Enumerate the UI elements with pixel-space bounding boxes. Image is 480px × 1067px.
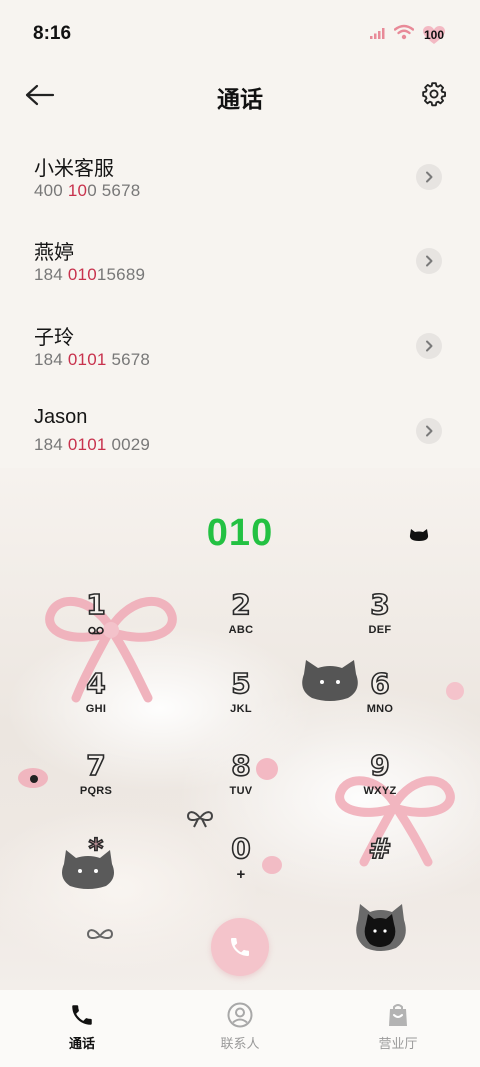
battery-icon: 100: [422, 25, 446, 45]
status-time: 8:16: [33, 23, 72, 44]
voicemail-icon: [88, 624, 104, 636]
key-digit: 9: [369, 748, 390, 783]
black-cat-decoration: [356, 904, 406, 951]
contact-detail-button[interactable]: [416, 164, 442, 190]
key-letters: PQRS: [79, 785, 113, 797]
key-letters: MNO: [366, 703, 394, 715]
contact-name: 小米客服: [34, 158, 114, 180]
settings-button[interactable]: [418, 78, 450, 110]
signal-icon: [370, 26, 386, 44]
contact-detail-button[interactable]: [416, 418, 442, 444]
nav-label: 联系人: [220, 1036, 260, 1051]
key-star[interactable]: *: [41, 831, 151, 894]
dialed-number-display: 010: [206, 512, 274, 554]
contact-list: 小米客服 400 100 5678 燕婷 184 01015689 子玲 184…: [0, 132, 480, 468]
small-bow-decoration: [86, 929, 114, 940]
contact-item[interactable]: 燕婷 184 01015689: [0, 216, 480, 296]
key-digit: 8: [230, 748, 251, 783]
pink-flower-decoration: [446, 682, 464, 700]
key-letters: TUV: [229, 785, 253, 797]
key-digit: 7: [85, 748, 106, 783]
key-0[interactable]: 0 +: [186, 831, 296, 894]
nav-label: 营业厅: [378, 1036, 418, 1051]
nav-tab-store[interactable]: 营业厅: [353, 1002, 443, 1052]
nav-tab-calls[interactable]: 通话: [37, 1002, 127, 1052]
key-1[interactable]: 1: [41, 587, 151, 650]
key-digit: 2: [230, 587, 251, 622]
key-5[interactable]: 5 JKL: [186, 666, 296, 729]
key-hash[interactable]: #: [325, 831, 435, 894]
key-digit: 6: [369, 666, 390, 701]
key-digit: 3: [369, 587, 390, 622]
key-7[interactable]: 7 PQRS: [41, 748, 151, 811]
key-digit: 4: [85, 666, 106, 701]
contact-name: 子玲: [34, 327, 74, 349]
nav-label: 通话: [68, 1036, 95, 1051]
contact-item[interactable]: 小米客服 400 100 5678: [0, 132, 480, 212]
gear-icon: [422, 82, 446, 107]
header: 通话: [0, 66, 480, 124]
small-bow-decoration: [186, 811, 214, 828]
key-4[interactable]: 4 GHI: [41, 666, 151, 729]
phone-icon: [231, 938, 249, 956]
contact-number: 184 0101 0029: [34, 435, 151, 454]
key-digit: 1: [85, 587, 106, 622]
key-letters: +: [236, 866, 246, 883]
chevron-right-icon: [426, 340, 433, 352]
key-letters: WXYZ: [363, 785, 397, 797]
chevron-right-icon: [426, 425, 433, 437]
contact-number: 400 100 5678: [34, 181, 141, 200]
key-letters: DEF: [368, 624, 392, 636]
page-title: 通话: [217, 86, 263, 112]
status-bar: 8:16 100: [0, 0, 480, 66]
key-8[interactable]: 8 TUV: [186, 748, 296, 811]
call-button[interactable]: [211, 918, 269, 976]
contact-number: 184 0101 5678: [34, 350, 151, 369]
key-letters: JKL: [230, 703, 252, 715]
contact-item[interactable]: Jason 184 0101 0029: [0, 386, 480, 466]
wifi-icon: [393, 24, 415, 45]
key-9[interactable]: 9 WXYZ: [325, 748, 435, 811]
contacts-icon: [227, 1002, 253, 1028]
key-letters: GHI: [85, 703, 107, 715]
key-digit: *: [88, 831, 104, 866]
key-digit: 5: [230, 666, 251, 701]
key-digit: 0: [230, 831, 251, 866]
dot-decoration: [30, 775, 38, 783]
status-icons: 100: [370, 24, 446, 45]
key-digit: #: [367, 831, 392, 866]
contact-name: Jason: [34, 406, 88, 428]
chevron-right-icon: [426, 255, 433, 267]
key-3[interactable]: 3 DEF: [325, 587, 435, 650]
bottom-navigation: 通话 联系人 营业厅: [0, 990, 480, 1067]
key-2[interactable]: 2 ABC: [186, 587, 296, 650]
nav-tab-contacts[interactable]: 联系人: [195, 1002, 285, 1052]
phone-icon: [72, 1005, 92, 1025]
battery-level: 100: [423, 27, 445, 42]
contact-number: 184 01015689: [34, 265, 146, 284]
chevron-right-icon: [426, 171, 433, 183]
key-6[interactable]: 6 MNO: [325, 666, 435, 729]
contact-name: 燕婷: [34, 242, 74, 264]
dialer-area: 010 1 2 ABC 3 DEF 4 GHI 5 JKL 6 MNO 7 PQ…: [0, 468, 480, 990]
contact-item[interactable]: 子玲 184 0101 5678: [0, 301, 480, 381]
store-bag-icon: [389, 1004, 407, 1026]
contact-detail-button[interactable]: [416, 248, 442, 274]
key-letters: ABC: [228, 624, 254, 636]
contact-detail-button[interactable]: [416, 333, 442, 359]
